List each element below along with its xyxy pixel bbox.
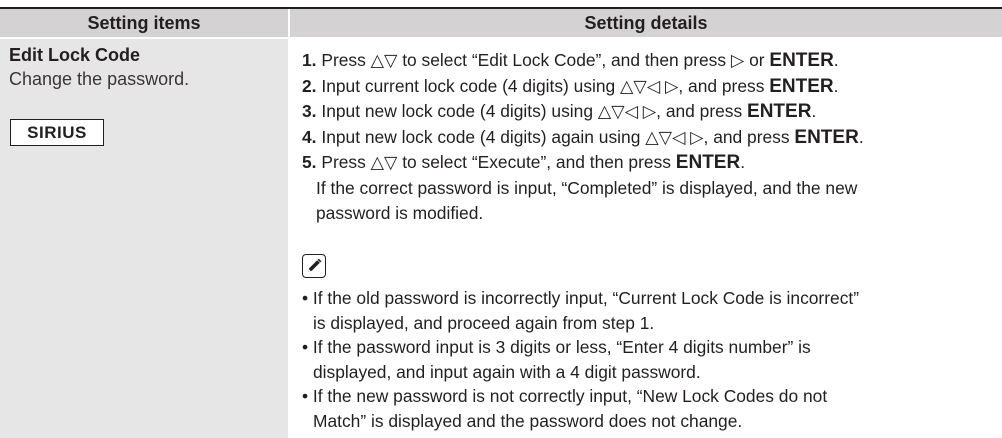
enter-keyword: ENTER xyxy=(675,152,741,174)
step-number: 1. xyxy=(302,50,317,70)
step-end: . xyxy=(833,50,839,70)
note-bullet: • If the password input is 3 digits or l… xyxy=(302,335,992,384)
pencil-note-icon xyxy=(302,254,326,278)
column-divider xyxy=(288,39,290,438)
step-text: Press △▽ to select “Execute”, and then p… xyxy=(321,152,676,173)
bullet-line: is displayed, and proceed again from ste… xyxy=(313,312,655,333)
step-number: 3. xyxy=(302,101,317,122)
bullet-line: displayed, and input again with a 4 digi… xyxy=(313,361,701,382)
step-number: 4. xyxy=(302,126,317,147)
bullet-line: Match” is displayed and the password doe… xyxy=(313,410,743,431)
enter-keyword: ENTER xyxy=(769,75,834,97)
step-end: . xyxy=(858,126,864,147)
note-bullet: • If the old password is incorrectly inp… xyxy=(302,286,992,335)
result-note-line-2: password is modified. xyxy=(316,202,484,223)
step-5: 5. Press △▽ to select “Execute”, and the… xyxy=(302,150,1002,176)
header-setting-items: Setting items xyxy=(87,13,201,33)
step-text: Input current lock code (4 digits) using… xyxy=(321,75,770,96)
step-number: 2. xyxy=(302,75,317,96)
table-header: Setting items Setting details xyxy=(0,9,1002,37)
step-text: Press △▽ to select “Edit Lock Code”, and… xyxy=(321,50,770,70)
step-end: . xyxy=(740,152,746,173)
sirius-badge: SIRIUS xyxy=(10,119,104,146)
step-4: 4. Input new lock code (4 digits) again … xyxy=(302,125,1002,151)
enter-keyword: ENTER xyxy=(769,50,834,71)
bullet-line: • If the old password is incorrectly inp… xyxy=(302,288,860,308)
step-1: 1. Press △▽ to select “Edit Lock Code”, … xyxy=(302,48,1002,74)
note-bullet: • If the new password is not correctly i… xyxy=(302,384,992,433)
enter-keyword: ENTER xyxy=(747,101,812,123)
setting-item-description: Change the password. xyxy=(9,69,190,89)
bullet-line: • If the new password is not correctly i… xyxy=(302,386,828,406)
result-note-line-1: If the correct password is input, “Compl… xyxy=(316,177,858,198)
step-3: 3. Input new lock code (4 digits) using … xyxy=(302,99,1002,125)
note-bullets: • If the old password is incorrectly inp… xyxy=(302,286,992,433)
step-end: . xyxy=(811,101,817,122)
step-text: Input new lock code (4 digits) using △▽◁… xyxy=(321,101,748,122)
step-2: 2. Input current lock code (4 digits) us… xyxy=(302,74,1002,100)
enter-keyword: ENTER xyxy=(794,126,859,148)
setting-items-column xyxy=(0,39,288,438)
step-text: Input new lock code (4 digits) again usi… xyxy=(321,126,795,147)
bullet-line: • If the password input is 3 digits or l… xyxy=(302,337,811,357)
header-setting-details: Setting details xyxy=(584,13,708,33)
step-end: . xyxy=(833,75,839,96)
setting-steps: 1. Press △▽ to select “Edit Lock Code”, … xyxy=(302,48,1002,225)
setting-item-title: Edit Lock Code xyxy=(9,45,141,65)
step-number: 5. xyxy=(302,152,317,173)
